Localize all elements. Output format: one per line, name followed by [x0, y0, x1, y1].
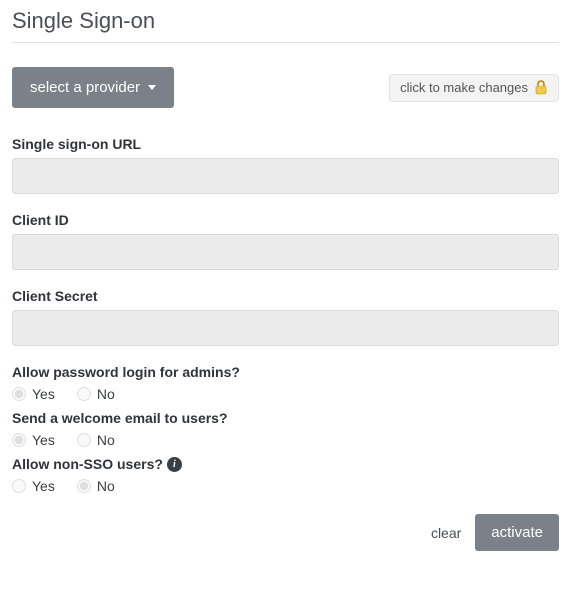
toolbar-row: select a provider click to make changes — [12, 67, 559, 108]
sso-url-label: Single sign-on URL — [12, 136, 559, 152]
select-provider-label: select a provider — [30, 79, 140, 96]
footer-actions: clear activate — [12, 514, 559, 551]
welcome-email-section: Send a welcome email to users? Yes No — [12, 410, 559, 448]
sso-url-input[interactable] — [12, 158, 559, 194]
welcome-email-options: Yes No — [12, 432, 559, 448]
welcome-email-yes-label: Yes — [32, 432, 55, 448]
select-provider-dropdown[interactable]: select a provider — [12, 67, 174, 108]
info-icon[interactable]: i — [167, 457, 182, 472]
admin-password-login-yes-label: Yes — [32, 386, 55, 402]
non-sso-users-yes-label: Yes — [32, 478, 55, 494]
non-sso-users-yes-radio[interactable] — [12, 479, 26, 493]
non-sso-users-section: Allow non-SSO users? i Yes No — [12, 456, 559, 494]
admin-password-login-label: Allow password login for admins? — [12, 364, 559, 380]
welcome-email-label: Send a welcome email to users? — [12, 410, 559, 426]
non-sso-users-label: Allow non-SSO users? i — [12, 456, 559, 472]
lock-to-edit-badge[interactable]: click to make changes — [389, 74, 559, 102]
activate-button[interactable]: activate — [475, 514, 559, 551]
admin-password-login-no-radio[interactable] — [77, 387, 91, 401]
clear-button[interactable]: clear — [431, 525, 461, 541]
client-id-input[interactable] — [12, 234, 559, 270]
admin-password-login-no-label: No — [97, 386, 115, 402]
lock-badge-label: click to make changes — [400, 80, 528, 95]
non-sso-users-label-text: Allow non-SSO users? — [12, 456, 163, 472]
non-sso-users-yes-option[interactable]: Yes — [12, 478, 55, 494]
sso-url-field-group: Single sign-on URL — [12, 136, 559, 194]
lock-icon — [534, 80, 548, 96]
client-id-field-group: Client ID — [12, 212, 559, 270]
admin-password-login-no-option[interactable]: No — [77, 386, 115, 402]
page-title: Single Sign-on — [12, 8, 559, 43]
non-sso-users-no-label: No — [97, 478, 115, 494]
welcome-email-no-label: No — [97, 432, 115, 448]
welcome-email-no-option[interactable]: No — [77, 432, 115, 448]
welcome-email-yes-radio[interactable] — [12, 433, 26, 447]
client-id-label: Client ID — [12, 212, 559, 228]
welcome-email-no-radio[interactable] — [77, 433, 91, 447]
admin-password-login-section: Allow password login for admins? Yes No — [12, 364, 559, 402]
non-sso-users-no-option[interactable]: No — [77, 478, 115, 494]
admin-password-login-yes-option[interactable]: Yes — [12, 386, 55, 402]
caret-down-icon — [148, 85, 156, 90]
non-sso-users-options: Yes No — [12, 478, 559, 494]
admin-password-login-options: Yes No — [12, 386, 559, 402]
client-secret-label: Client Secret — [12, 288, 559, 304]
non-sso-users-no-radio[interactable] — [77, 479, 91, 493]
admin-password-login-yes-radio[interactable] — [12, 387, 26, 401]
client-secret-input[interactable] — [12, 310, 559, 346]
welcome-email-yes-option[interactable]: Yes — [12, 432, 55, 448]
client-secret-field-group: Client Secret — [12, 288, 559, 346]
